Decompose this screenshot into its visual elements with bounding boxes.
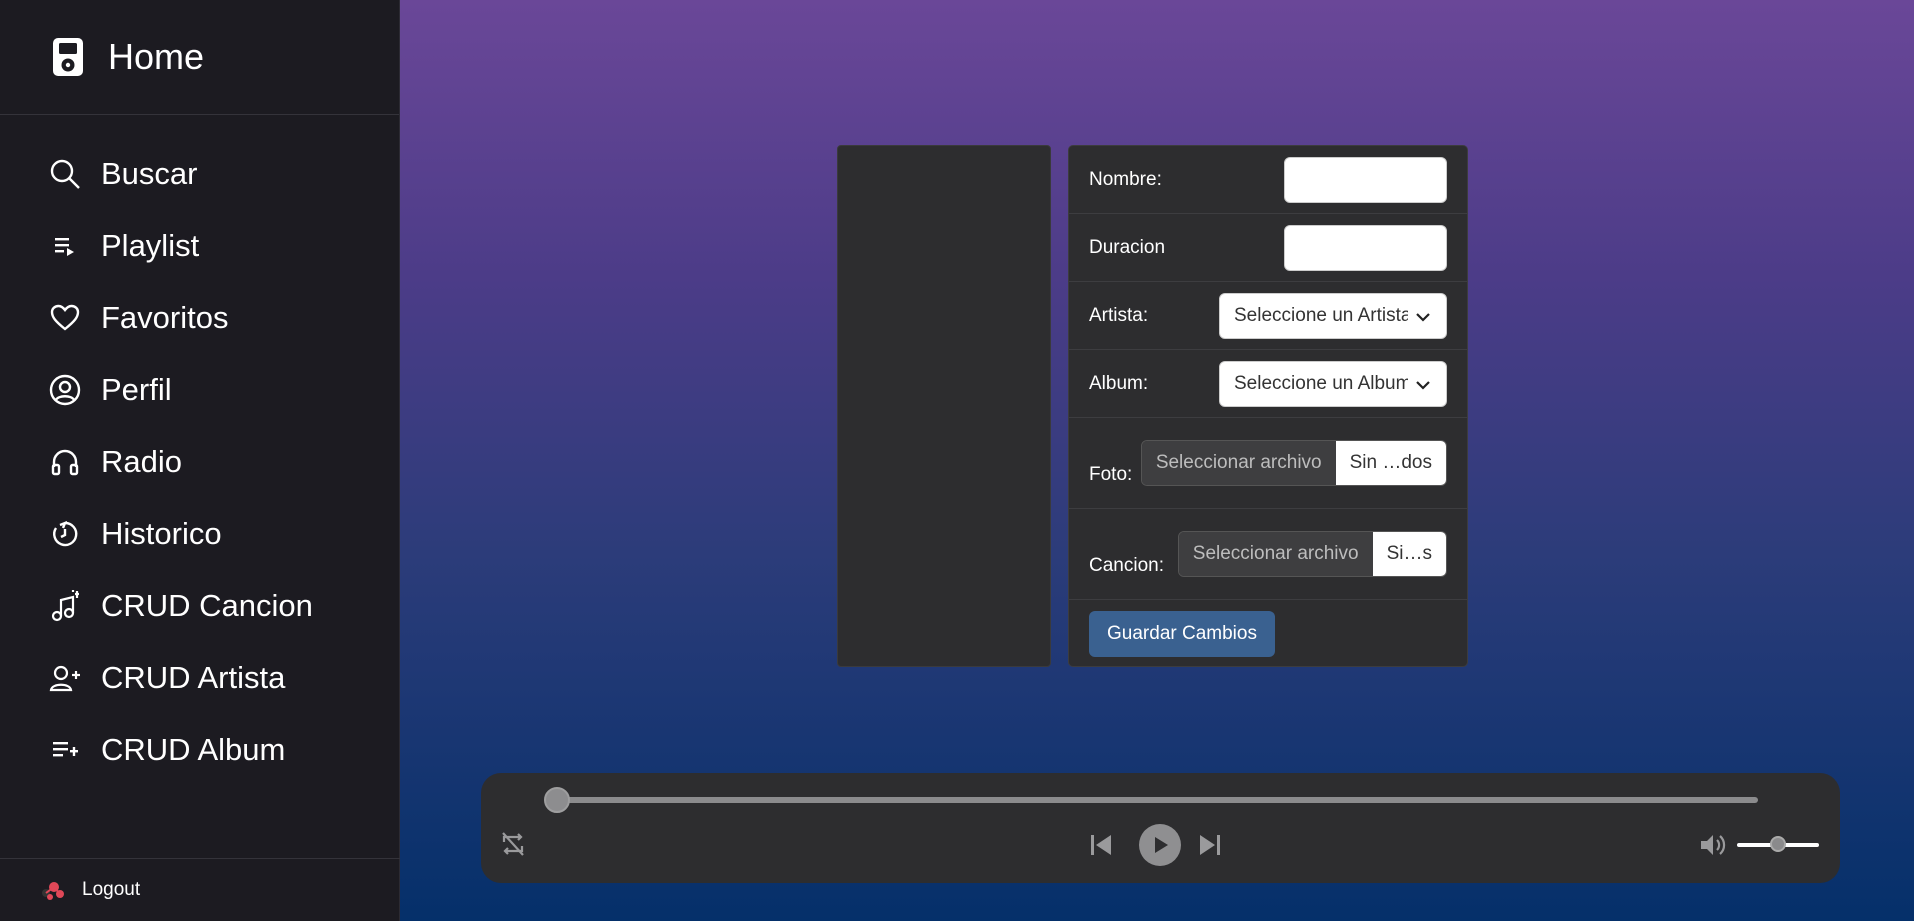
chevron-down-icon	[1416, 313, 1430, 322]
volume-icon	[1701, 835, 1726, 855]
user-add-icon	[48, 661, 82, 695]
ipod-icon	[50, 36, 86, 78]
sidebar-item-label: CRUD Artista	[101, 660, 286, 695]
save-button[interactable]: Guardar Cambios	[1089, 611, 1275, 657]
sidebar-item-radio[interactable]: Radio	[0, 426, 400, 498]
sidebar-item-label: Historico	[101, 516, 222, 551]
chevron-down-icon	[1416, 381, 1430, 390]
album-row: Album: Seleccione un Album	[1069, 350, 1467, 418]
artista-row: Artista: Seleccione un Artista	[1069, 282, 1467, 350]
foto-label: Foto:	[1089, 464, 1133, 485]
playlist-add-icon	[48, 733, 82, 767]
song-form: Nombre: Duracion Artista: Seleccione un …	[1068, 145, 1468, 667]
foto-row: Foto: Seleccionar archivo Sin …dos	[1069, 418, 1467, 509]
duracion-input[interactable]	[1284, 225, 1447, 271]
sidebar-item-label: Playlist	[101, 228, 200, 263]
search-icon	[48, 157, 82, 191]
cover-preview-panel	[837, 145, 1051, 667]
foto-file-input[interactable]: Seleccionar archivo Sin …dos	[1140, 440, 1447, 486]
logout-button[interactable]: Logout	[0, 858, 400, 921]
sidebar-item-favoritos[interactable]: Favoritos	[0, 282, 400, 354]
artista-select[interactable]: Seleccione un Artista	[1219, 293, 1447, 339]
sidebar-item-label: Perfil	[101, 372, 172, 407]
home-label: Home	[108, 36, 205, 77]
cancion-choose-file-button[interactable]: Seleccionar archivo	[1178, 532, 1373, 576]
heart-icon	[48, 301, 82, 335]
nombre-input[interactable]	[1284, 157, 1447, 203]
cancion-row: Cancion: Seleccionar archivo Si…s	[1069, 509, 1467, 600]
sidebar-nav: Buscar Playlist Favoritos Perfil Radio H…	[0, 138, 400, 786]
sidebar: Home Buscar Playlist Favoritos Perfil Ra…	[0, 0, 400, 921]
headphones-icon	[48, 445, 82, 479]
music-add-icon	[48, 589, 82, 623]
playlist-icon	[48, 229, 82, 263]
sidebar-item-crud-album[interactable]: CRUD Album	[0, 714, 400, 786]
duracion-label: Duracion	[1089, 236, 1166, 258]
artista-label: Artista:	[1089, 304, 1149, 326]
sidebar-item-historico[interactable]: Historico	[0, 498, 400, 570]
cancion-file-name: Si…s	[1372, 532, 1446, 576]
skip-next-icon	[1200, 835, 1220, 855]
sidebar-item-label: Radio	[101, 444, 182, 479]
sidebar-item-label: CRUD Cancion	[101, 588, 313, 623]
sidebar-item-perfil[interactable]: Perfil	[0, 354, 400, 426]
sidebar-item-playlist[interactable]: Playlist	[0, 210, 400, 282]
skip-previous-icon	[1091, 835, 1111, 855]
audio-player	[481, 773, 1840, 883]
user-circle-icon	[48, 373, 82, 407]
previous-button[interactable]	[1087, 831, 1115, 859]
album-label: Album:	[1089, 372, 1149, 394]
volume-button[interactable]	[1699, 831, 1727, 859]
album-select[interactable]: Seleccione un Album	[1219, 361, 1447, 407]
artista-selected-value: Seleccione un Artista	[1234, 305, 1408, 326]
duracion-row: Duracion	[1069, 214, 1467, 282]
cancion-label: Cancion:	[1089, 555, 1164, 576]
sidebar-item-label: CRUD Album	[101, 732, 286, 767]
foto-choose-file-button[interactable]: Seleccionar archivo	[1141, 441, 1336, 485]
volume-slider[interactable]	[1737, 836, 1819, 852]
main-content: Nombre: Duracion Artista: Seleccione un …	[400, 0, 1914, 921]
logout-label: Logout	[82, 879, 141, 900]
foto-file-name: Sin …dos	[1335, 441, 1446, 485]
album-selected-value: Seleccione un Album	[1234, 373, 1408, 394]
sidebar-item-crud-cancion[interactable]: CRUD Cancion	[0, 570, 400, 642]
cancion-file-input[interactable]: Seleccionar archivo Si…s	[1177, 531, 1447, 577]
sidebar-item-label: Buscar	[101, 156, 198, 191]
nombre-label: Nombre:	[1089, 168, 1162, 190]
repeat-button[interactable]	[498, 829, 528, 859]
progress-handle[interactable]	[544, 787, 570, 813]
sidebar-item-crud-artista[interactable]: CRUD Artista	[0, 642, 400, 714]
next-button[interactable]	[1196, 831, 1224, 859]
volume-handle[interactable]	[1770, 836, 1786, 852]
sidebar-item-buscar[interactable]: Buscar	[0, 138, 400, 210]
sidebar-item-label: Favoritos	[101, 300, 229, 335]
play-button[interactable]	[1139, 824, 1181, 866]
home-link[interactable]: Home	[0, 0, 399, 115]
repeat-off-icon	[502, 832, 524, 856]
logout-logo-icon	[38, 878, 70, 902]
play-icon	[1155, 837, 1168, 853]
nombre-row: Nombre:	[1069, 146, 1467, 214]
progress-bar[interactable]	[544, 787, 1758, 813]
history-icon	[48, 517, 82, 551]
